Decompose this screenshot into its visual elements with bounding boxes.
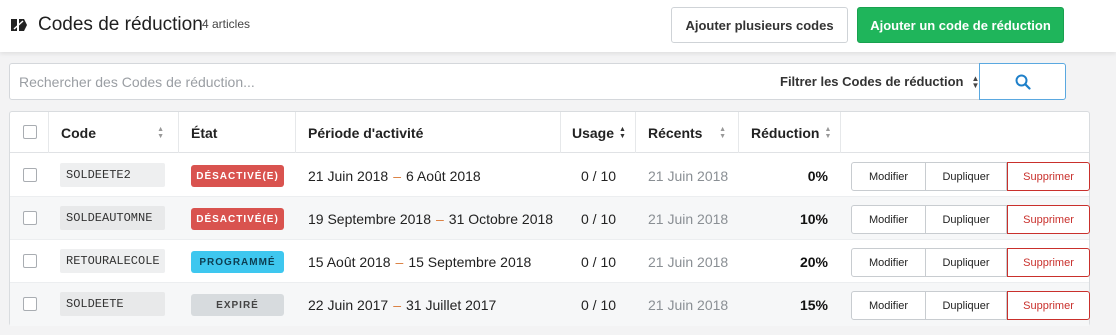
header-select-cell [10, 112, 49, 153]
filter-select[interactable]: Filtrer les Codes de réduction ▲ ▼ [780, 64, 980, 99]
row-actions: Modifier Dupliquer Supprimer [851, 248, 1090, 277]
column-period: Période d'activité [296, 112, 561, 153]
activity-period: 22 Juin 2017–31 Juillet 2017 [308, 296, 497, 313]
column-state: État [179, 112, 296, 153]
column-period-label: Période d'activité [308, 124, 424, 141]
search-bar: Filtrer les Codes de réduction ▲▼ [9, 63, 1066, 100]
table-row: SOLDEETE EXPIRÉ 22 Juin 2017–31 Juillet … [10, 283, 1090, 326]
discount-code: SOLDEAUTOMNE [60, 206, 165, 230]
column-recent-label: Récents [648, 124, 703, 141]
recent-date: 21 Juin 2018 [648, 210, 729, 227]
duplicate-button[interactable]: Dupliquer [926, 205, 1007, 234]
search-input[interactable] [10, 64, 770, 99]
column-usage[interactable]: Usage ▲ ▼ [561, 112, 636, 153]
add-multiple-codes-button[interactable]: Ajouter plusieurs codes [671, 7, 848, 43]
period-start: 15 Août 2018 [308, 253, 391, 270]
status-badge: EXPIRÉ [191, 294, 284, 316]
search-icon [1015, 74, 1031, 90]
page-header: Codes de réduction 4 articles Ajouter pl… [0, 0, 1116, 52]
item-count: 4 articles [202, 17, 251, 31]
column-reduction[interactable]: Réduction ▲ ▼ [739, 112, 841, 153]
discount-code: RETOURALECOLE [60, 249, 165, 273]
column-reduction-label: Réduction [751, 124, 820, 141]
table-row: SOLDEAUTOMNE DÉSACTIVÉ(E) 19 Septembre 2… [10, 197, 1090, 240]
row-actions: Modifier Dupliquer Supprimer [851, 205, 1090, 234]
table-row: SOLDEETE2 DÉSACTIVÉ(E) 21 Juin 2018–6 Ao… [10, 154, 1090, 197]
add-discount-code-button[interactable]: Ajouter un code de réduction [857, 7, 1064, 43]
row-actions: Modifier Dupliquer Supprimer [851, 162, 1090, 191]
column-state-label: État [191, 124, 218, 141]
activity-period: 15 Août 2018–15 Septembre 2018 [308, 253, 532, 270]
activity-period: 19 Septembre 2018–31 Octobre 2018 [308, 210, 554, 227]
sort-icon: ▲ ▼ [719, 125, 726, 140]
status-badge: PROGRAMMÉ [191, 251, 284, 273]
row-checkbox[interactable] [23, 254, 37, 268]
reduction-value: 0% [807, 167, 828, 184]
column-usage-label: Usage [572, 124, 615, 141]
reduction-value: 15% [799, 296, 828, 313]
discount-code: SOLDEETE2 [60, 163, 165, 187]
usage-value: 0 / 10 [580, 296, 617, 313]
recent-date: 21 Juin 2018 [648, 253, 729, 270]
edit-button[interactable]: Modifier [851, 162, 926, 191]
delete-button[interactable]: Supprimer [1007, 162, 1090, 191]
edit-button[interactable]: Modifier [851, 291, 926, 320]
period-start: 22 Juin 2017 [308, 296, 389, 313]
activity-period: 21 Juin 2018–6 Août 2018 [308, 167, 481, 184]
discount-tag-icon [11, 19, 27, 31]
filter-label: Filtrer les Codes de réduction [780, 74, 964, 89]
row-checkbox[interactable] [23, 297, 37, 311]
status-badge: DÉSACTIVÉ(E) [191, 208, 284, 230]
edit-button[interactable]: Modifier [851, 205, 926, 234]
period-start: 19 Septembre 2018 [308, 210, 431, 227]
column-code[interactable]: Code ▲ ▼ [49, 112, 179, 153]
usage-value: 0 / 10 [580, 210, 617, 227]
search-button[interactable] [979, 63, 1066, 100]
delete-button[interactable]: Supprimer [1007, 205, 1090, 234]
column-recent[interactable]: Récents ▲ ▼ [636, 112, 739, 153]
period-end: 31 Octobre 2018 [448, 210, 554, 227]
usage-value: 0 / 10 [580, 167, 617, 184]
select-all-checkbox[interactable] [23, 125, 37, 139]
row-actions: Modifier Dupliquer Supprimer [851, 291, 1090, 320]
discount-codes-table: Code ▲ ▼ État Période d'activité Usage ▲ ▼… [9, 111, 1090, 326]
usage-value: 0 / 10 [580, 253, 617, 270]
sort-icon: ▲ ▼ [619, 125, 626, 140]
table-header: Code ▲ ▼ État Période d'activité Usage ▲ ▼… [10, 112, 1089, 153]
recent-date: 21 Juin 2018 [648, 296, 729, 313]
discount-code: SOLDEETE [60, 292, 165, 316]
sort-icon: ▲ ▼ [824, 125, 832, 140]
page-title: Codes de réduction [38, 14, 203, 35]
delete-button[interactable]: Supprimer [1007, 291, 1090, 320]
period-start: 21 Juin 2018 [308, 167, 389, 184]
duplicate-button[interactable]: Dupliquer [926, 291, 1007, 320]
reduction-value: 10% [799, 210, 828, 227]
edit-button[interactable]: Modifier [851, 248, 926, 277]
row-checkbox[interactable] [23, 168, 37, 182]
row-checkbox[interactable] [23, 211, 37, 225]
period-end: 31 Juillet 2017 [405, 296, 497, 313]
column-code-label: Code [61, 124, 96, 141]
reduction-value: 20% [799, 253, 828, 270]
period-end: 6 Août 2018 [405, 167, 481, 184]
sort-icon: ▲ ▼ [157, 125, 164, 140]
period-end: 15 Septembre 2018 [408, 253, 532, 270]
duplicate-button[interactable]: Dupliquer [926, 162, 1007, 191]
delete-button[interactable]: Supprimer [1007, 248, 1090, 277]
recent-date: 21 Juin 2018 [648, 167, 729, 184]
table-row: RETOURALECOLE PROGRAMMÉ 15 Août 2018–15 … [10, 240, 1090, 283]
duplicate-button[interactable]: Dupliquer [926, 248, 1007, 277]
status-badge: DÉSACTIVÉ(E) [191, 165, 284, 187]
